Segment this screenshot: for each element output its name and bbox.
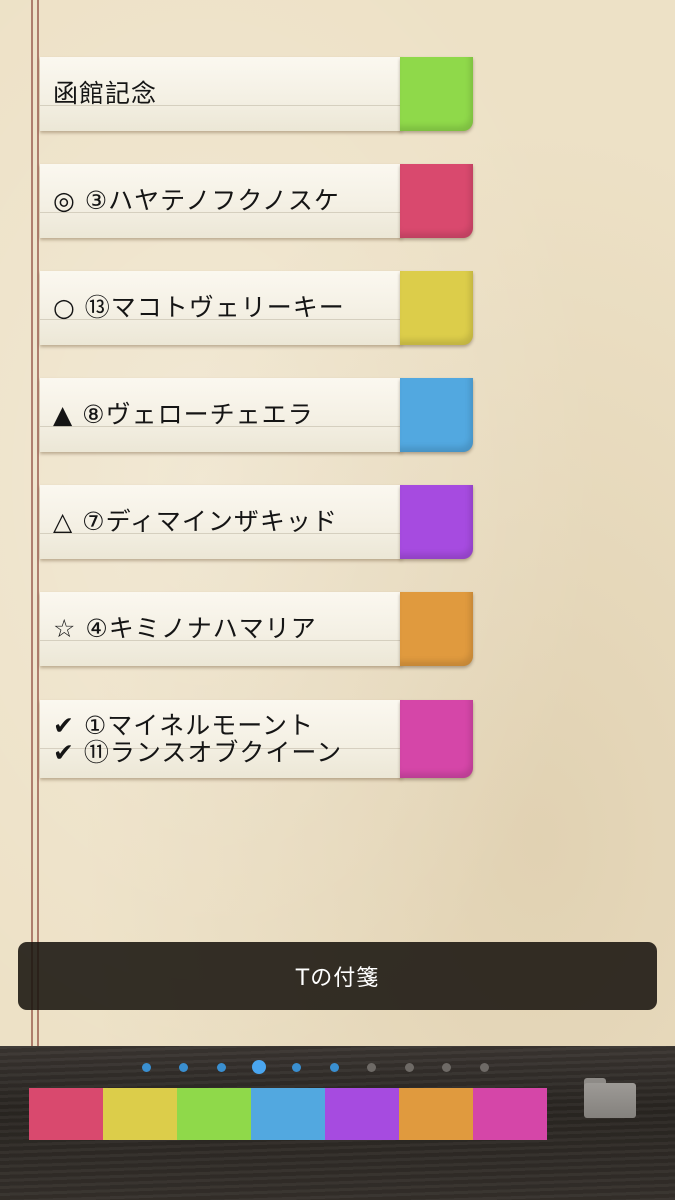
margin-line-right: [37, 0, 39, 1048]
toast-message: Tの付箋: [18, 942, 657, 1010]
bottom-toolbar: [0, 1046, 675, 1200]
note-color-tab: [400, 164, 473, 238]
folder-icon[interactable]: [584, 1078, 636, 1118]
sticky-note[interactable]: ◎ ③ハヤテノフクノスケ: [40, 164, 473, 238]
note-text: ✔ ①マイネルモーント ✔ ⑪ランスオブクイーン: [53, 711, 343, 767]
color-swatch[interactable]: [473, 1088, 547, 1140]
page-dot-active[interactable]: [251, 1060, 266, 1074]
color-swatch[interactable]: [29, 1088, 103, 1140]
color-swatch[interactable]: [325, 1088, 399, 1140]
note-text: ☆ ④キミノナハマリア: [53, 614, 317, 643]
page-indicator[interactable]: [0, 1060, 675, 1074]
sticky-note[interactable]: ○ ⑬マコトヴェリーキー: [40, 271, 473, 345]
color-swatch-palette: [29, 1088, 547, 1140]
note-text: △ ⑦ディマインザキッド: [53, 507, 338, 536]
page-dot[interactable]: [216, 1063, 226, 1072]
sticky-note[interactable]: ▲ ⑧ヴェローチェエラ: [40, 378, 473, 452]
note-text: ◎ ③ハヤテノフクノスケ: [53, 186, 340, 215]
note-color-tab: [400, 378, 473, 452]
page-dot[interactable]: [367, 1063, 377, 1072]
color-swatch[interactable]: [399, 1088, 473, 1140]
page-dot[interactable]: [329, 1063, 339, 1072]
folder-body: [584, 1083, 636, 1118]
margin-line-left: [31, 0, 33, 1048]
toast-text: Tの付箋: [295, 966, 380, 991]
note-color-tab: [400, 592, 473, 666]
note-text: ▲ ⑧ヴェローチェエラ: [53, 400, 314, 429]
page-dot[interactable]: [404, 1063, 414, 1072]
page-dot[interactable]: [179, 1063, 189, 1072]
color-swatch[interactable]: [177, 1088, 251, 1140]
page-dot[interactable]: [442, 1063, 452, 1072]
note-text: ○ ⑬マコトヴェリーキー: [53, 293, 345, 322]
note-color-tab: [400, 700, 473, 778]
sticky-note[interactable]: ✔ ①マイネルモーント ✔ ⑪ランスオブクイーン: [40, 700, 473, 778]
sticky-note[interactable]: 函館記念: [40, 57, 473, 131]
page-dot[interactable]: [479, 1063, 489, 1072]
page-dot[interactable]: [291, 1063, 301, 1072]
color-swatch[interactable]: [251, 1088, 325, 1140]
note-color-tab: [400, 271, 473, 345]
color-swatch[interactable]: [103, 1088, 177, 1140]
sticky-note[interactable]: ☆ ④キミノナハマリア: [40, 592, 473, 666]
note-color-tab: [400, 485, 473, 559]
sticky-note[interactable]: △ ⑦ディマインザキッド: [40, 485, 473, 559]
page-dot[interactable]: [141, 1063, 151, 1072]
note-text: 函館記念: [53, 79, 158, 108]
note-color-tab: [400, 57, 473, 131]
